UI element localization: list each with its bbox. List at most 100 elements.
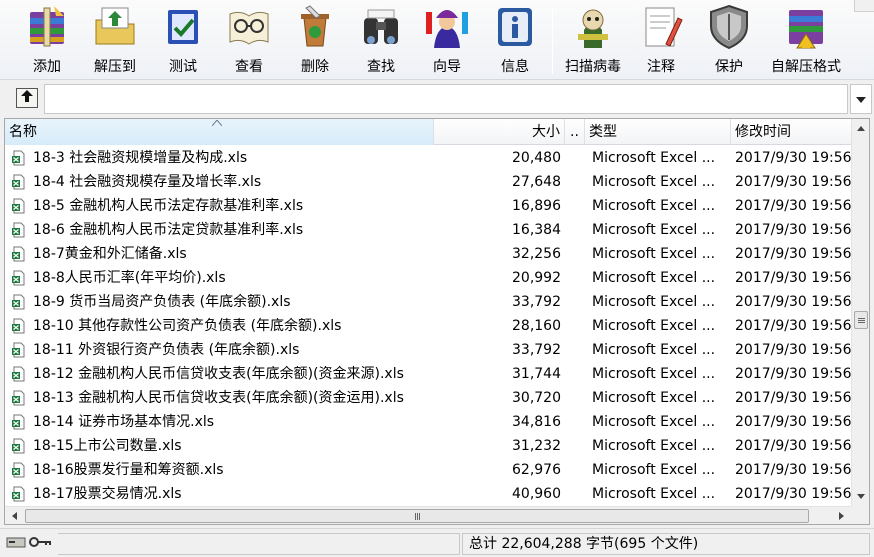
scroll-up-button[interactable] — [852, 120, 869, 137]
protect-button[interactable]: 保护 — [700, 4, 758, 78]
status-total-pane: 总计 22,604,288 字节(695 个文件) — [462, 533, 870, 555]
file-size: 16,384 — [512, 222, 561, 238]
file-name-cell: 18-5 金融机构人民币法定存款基准利率.xls — [11, 194, 434, 218]
file-size: 32,256 — [512, 246, 561, 262]
file-name: 18-12 金融机构人民币信贷收支表(年底余额)(资金来源).xls — [33, 366, 404, 382]
find-button[interactable]: 查找 — [352, 4, 410, 78]
extract-to-button[interactable]: 解压到 — [86, 4, 144, 78]
comment-icon — [638, 4, 684, 50]
path-input[interactable] — [44, 84, 848, 114]
file-row[interactable]: 18-12 金融机构人民币信贷收支表(年底余额)(资金来源).xls 31,744… — [5, 362, 851, 386]
excel-file-icon — [11, 198, 27, 214]
file-row[interactable]: 18-5 金融机构人民币法定存款基准利率.xls 16,896 Microsoft … — [5, 194, 851, 218]
info-button[interactable]: 信息 — [486, 4, 544, 78]
file-modified: 2017/9/30 19:56 — [735, 222, 851, 238]
excel-file-icon — [11, 390, 27, 406]
file-modified: 2017/9/30 19:56 — [735, 246, 851, 262]
file-name: 18-14 证券市场基本情况.xls — [33, 414, 215, 430]
column-modified[interactable]: 修改时间 — [731, 119, 851, 145]
column-size[interactable]: 大小 — [434, 119, 565, 145]
sort-ascending-icon — [212, 120, 222, 126]
vertical-scrollbar[interactable] — [851, 119, 869, 506]
virus-scan-button[interactable]: 扫描病毒 — [560, 4, 626, 78]
add-button[interactable]: 添加 — [18, 4, 76, 78]
file-size: 20,480 — [512, 150, 561, 166]
excel-file-icon — [11, 438, 27, 454]
file-row[interactable]: 18-3 社会融资规模增量及构成.xls 20,480 Microsoft Exce… — [5, 146, 851, 170]
file-type: Microsoft Excel ... — [592, 222, 716, 238]
add-archive-icon — [24, 4, 70, 50]
toolbar: 添加 解压到 测试 查看 删除 查找 向导 信息 扫描病毒 注释 保护 自解压格… — [0, 0, 874, 80]
key-icon[interactable] — [29, 536, 51, 552]
file-row[interactable]: 18-13 金融机构人民币信贷收支表(年底余额)(资金运用).xls 30,720… — [5, 386, 851, 410]
file-modified: 2017/9/30 19:56 — [735, 414, 851, 430]
file-type: Microsoft Excel ... — [592, 342, 716, 358]
file-row[interactable]: 18-4 社会融资规模存量及增长率.xls 27,648 Microsoft Exc… — [5, 170, 851, 194]
file-row[interactable]: 18-10 其他存款性公司资产负债表 (年底余额).xls 28,160 Micro… — [5, 314, 851, 338]
file-row[interactable]: 18-9 货币当局资产负债表 (年底余额).xls 33,792 Microsoft… — [5, 290, 851, 314]
file-size: 34,816 — [512, 414, 561, 430]
file-type: Microsoft Excel ... — [592, 150, 716, 166]
file-row[interactable]: 18-6 金融机构人民币法定贷款基准利率.xls 16,384 Microsoft … — [5, 218, 851, 242]
file-type: Microsoft Excel ... — [592, 270, 716, 286]
wizard-button[interactable]: 向导 — [418, 4, 476, 78]
test-icon — [160, 4, 206, 50]
file-row[interactable]: 18-17股票交易情况.xls 40,960 Microsoft Excel ...… — [5, 482, 851, 506]
up-folder-button[interactable] — [16, 88, 38, 108]
path-dropdown-button[interactable] — [850, 84, 872, 114]
horizontal-scroll-thumb[interactable] — [25, 509, 809, 523]
file-type: Microsoft Excel ... — [592, 318, 716, 334]
test-button[interactable]: 测试 — [154, 4, 212, 78]
file-name-cell: 18-11 外资银行资产负债表 (年底余额).xls — [11, 338, 434, 362]
file-modified: 2017/9/30 19:56 — [735, 462, 851, 478]
file-modified: 2017/9/30 19:56 — [735, 318, 851, 334]
sfx-button[interactable]: 自解压格式 — [766, 4, 846, 78]
comment-button[interactable]: 注释 — [632, 4, 690, 78]
file-name-cell: 18-3 社会融资规模增量及构成.xls — [11, 146, 434, 170]
excel-file-icon — [11, 150, 27, 166]
up-arrow-icon — [19, 89, 35, 107]
sfx-label: 自解压格式 — [771, 59, 841, 75]
file-list[interactable]: 名称 大小 .. 类型 修改时间 18-3 社会融资规模增量及构成.xls 20,… — [4, 118, 870, 525]
drive-icon[interactable] — [6, 535, 26, 553]
delete-button[interactable]: 删除 — [286, 4, 344, 78]
protect-icon — [706, 4, 752, 50]
file-name: 18-8人民币汇率(年平均价).xls — [33, 270, 226, 286]
chevron-down-icon — [856, 91, 866, 107]
file-name-cell: 18-14 证券市场基本情况.xls — [11, 410, 434, 434]
toolbar-chevron[interactable] — [854, 0, 874, 12]
column-type-label: 类型 — [589, 124, 617, 140]
column-type[interactable]: 类型 — [585, 119, 731, 145]
vertical-scroll-thumb[interactable] — [854, 311, 868, 329]
find-label: 查找 — [367, 59, 395, 75]
scroll-left-button[interactable] — [6, 507, 23, 524]
file-name: 18-10 其他存款性公司资产负债表 (年底余额).xls — [33, 318, 342, 334]
add-label: 添加 — [33, 59, 61, 75]
wizard-label: 向导 — [433, 59, 461, 75]
excel-file-icon — [11, 270, 27, 286]
scroll-right-button[interactable] — [833, 507, 850, 524]
file-row[interactable]: 18-11 外资银行资产负债表 (年底余额).xls 33,792 Microsof… — [5, 338, 851, 362]
file-row[interactable]: 18-16股票发行量和筹资额.xls 62,976 Microsoft Excel … — [5, 458, 851, 482]
file-name: 18-6 金融机构人民币法定贷款基准利率.xls — [33, 222, 304, 238]
horizontal-scrollbar[interactable] — [5, 506, 851, 524]
column-packed[interactable]: .. — [565, 119, 585, 145]
toolbar-separator — [552, 8, 553, 74]
file-modified: 2017/9/30 19:56 — [735, 150, 851, 166]
view-icon — [226, 4, 272, 50]
file-size: 62,976 — [512, 462, 561, 478]
column-packed-label: .. — [570, 124, 579, 140]
column-size-label: 大小 — [532, 124, 560, 140]
excel-file-icon — [11, 174, 27, 190]
file-row[interactable]: 18-14 证券市场基本情况.xls 34,816 Microsoft Excel … — [5, 410, 851, 434]
view-button[interactable]: 查看 — [220, 4, 278, 78]
file-row[interactable]: 18-7黄金和外汇储备.xls 32,256 Microsoft Excel ...… — [5, 242, 851, 266]
file-name-cell: 18-7黄金和外汇储备.xls — [11, 242, 434, 266]
file-type: Microsoft Excel ... — [592, 414, 716, 430]
file-name: 18-16股票发行量和筹资额.xls — [33, 462, 224, 478]
file-row[interactable]: 18-8人民币汇率(年平均价).xls 20,992 Microsoft Excel… — [5, 266, 851, 290]
virus-scan-label: 扫描病毒 — [565, 59, 621, 75]
file-size: 33,792 — [512, 294, 561, 310]
file-row[interactable]: 18-15上市公司数量.xls 31,232 Microsoft Excel ...… — [5, 434, 851, 458]
scroll-down-button[interactable] — [852, 488, 869, 505]
